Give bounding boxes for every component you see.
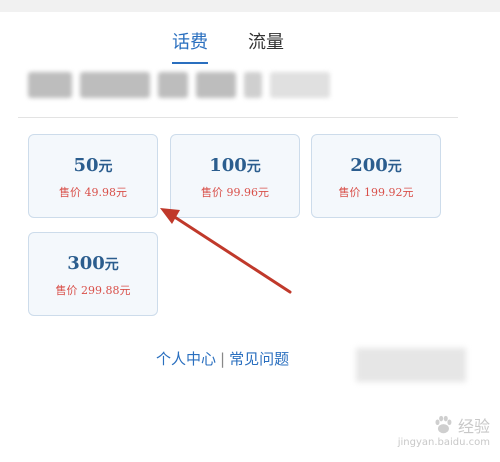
baidu-jingyan-watermark: 经验 jingyan.baidu.com (398, 413, 490, 448)
footer-links: 个人中心 | 常见问题 (156, 348, 289, 369)
blurred-phone-number (28, 72, 330, 98)
amount-value: 200 (350, 155, 388, 176)
baidu-paw-icon (435, 415, 452, 434)
amount: 200元 (312, 155, 440, 176)
amount: 50元 (29, 155, 157, 176)
sale-price: 售价 199.92元 (338, 186, 414, 199)
recharge-option-200[interactable]: 200元 售价 199.92元 (311, 134, 441, 218)
sale-price: 售价 49.98元 (59, 186, 127, 199)
divider (18, 117, 458, 118)
personal-center-link[interactable]: 个人中心 (156, 348, 216, 369)
sale-price: 售价 99.96元 (201, 186, 269, 199)
amount-value: 300 (67, 253, 105, 274)
watermark-url: jingyan.baidu.com (397, 437, 490, 448)
recharge-option-50[interactable]: 50元 售价 49.98元 (28, 134, 158, 218)
arrow-shaft (168, 212, 292, 294)
amount: 300元 (29, 253, 157, 274)
amount: 100元 (171, 155, 299, 176)
blurred-block (28, 72, 72, 98)
tab-bar: 话费 流量 (172, 28, 284, 64)
page: 话费 流量 50元 售价 49.98元 100元 售价 99.96元 200元 … (0, 0, 500, 462)
faq-link[interactable]: 常见问题 (229, 348, 289, 369)
blurred-block (244, 72, 262, 98)
amount-unit: 元 (104, 257, 119, 273)
blurred-block (158, 72, 188, 98)
amount-unit: 元 (246, 159, 261, 175)
watermark-text: 经验 (457, 417, 490, 436)
blurred-block (80, 72, 150, 98)
blurred-block (270, 72, 330, 98)
amount-value: 50 (73, 155, 99, 176)
tab-data[interactable]: 流量 (248, 28, 284, 64)
amount-unit: 元 (98, 159, 113, 175)
blurred-block (196, 72, 236, 98)
tab-phone-credit[interactable]: 话费 (172, 28, 208, 64)
top-strip (0, 0, 500, 12)
recharge-option-100[interactable]: 100元 售价 99.96元 (170, 134, 300, 218)
amount-value: 100 (209, 155, 247, 176)
watermark-main: 经验 (398, 413, 490, 437)
sale-price: 售价 299.88元 (55, 284, 131, 297)
blurred-area (356, 348, 466, 382)
recharge-option-300[interactable]: 300元 售价 299.88元 (28, 232, 158, 316)
annotation-arrow (160, 208, 292, 294)
link-separator: | (220, 349, 226, 368)
amount-unit: 元 (387, 159, 402, 175)
